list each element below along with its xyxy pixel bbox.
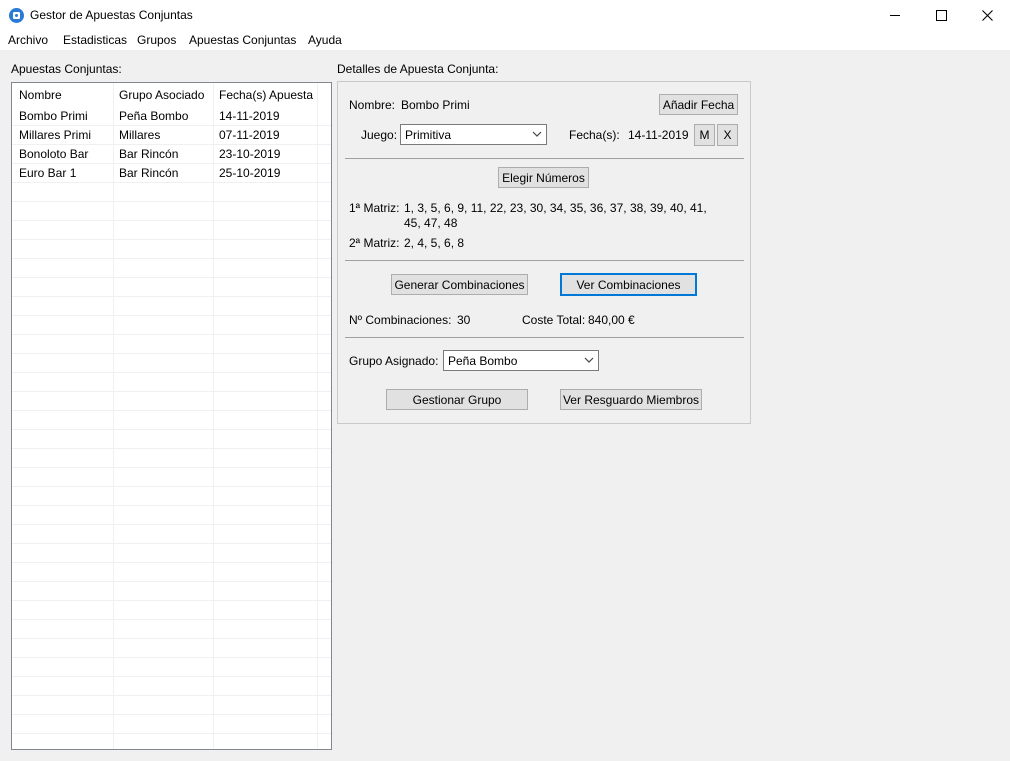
- row-grid-line: [12, 353, 331, 354]
- row-grupo: Bar Rincón: [119, 147, 179, 161]
- matriz2-label: 2ª Matriz:: [349, 236, 400, 250]
- dice-icon: [9, 8, 24, 23]
- menu-bar: Archivo Estadisticas Grupos Apuestas Con…: [0, 31, 1010, 50]
- row-grid-line: [12, 638, 331, 639]
- list-title: Apuestas Conjuntas:: [11, 62, 122, 76]
- separator: [345, 337, 744, 338]
- list-row[interactable]: Millares Primi Millares 07-11-2019: [12, 126, 331, 145]
- row-grid-line: [12, 201, 331, 202]
- row-nombre: Bombo Primi: [19, 109, 88, 123]
- grupo-label: Grupo Asignado:: [349, 354, 439, 368]
- chevron-down-icon: [532, 131, 542, 137]
- column-header-nombre[interactable]: Nombre: [19, 88, 62, 102]
- menu-apuestas-conjuntas[interactable]: Apuestas Conjuntas: [189, 33, 296, 47]
- minimize-button[interactable]: [872, 0, 918, 31]
- details-title: Detalles de Apuesta Conjunta:: [337, 62, 499, 76]
- members-receipt-button[interactable]: Ver Resguardo Miembros: [560, 389, 702, 410]
- separator: [345, 158, 744, 159]
- row-grid-line: [12, 524, 331, 525]
- row-grid-line: [12, 334, 331, 335]
- window-title: Gestor de Apuestas Conjuntas: [30, 8, 193, 22]
- matriz1-line1: 1, 3, 5, 6, 9, 11, 22, 23, 30, 34, 35, 3…: [404, 201, 707, 215]
- minimize-icon: [890, 15, 900, 16]
- coste-value: 840,00 €: [588, 313, 635, 327]
- m-button[interactable]: M: [694, 124, 715, 146]
- row-grid-line: [12, 619, 331, 620]
- row-grid-line: [12, 391, 331, 392]
- row-fecha: 07-11-2019: [219, 128, 280, 142]
- row-grid-line: [12, 258, 331, 259]
- list-row[interactable]: Bombo Primi Peña Bombo 14-11-2019: [12, 107, 331, 126]
- bets-list[interactable]: Nombre Grupo Asociado Fecha(s) Apuesta B…: [11, 82, 332, 750]
- list-header: Nombre Grupo Asociado Fecha(s) Apuesta: [12, 83, 331, 107]
- row-grid-line: [12, 467, 331, 468]
- row-fecha: 14-11-2019: [219, 109, 280, 123]
- row-grid-line: [12, 562, 331, 563]
- title-bar: Gestor de Apuestas Conjuntas: [0, 0, 1010, 31]
- juego-select[interactable]: Primitiva: [400, 124, 547, 145]
- row-grid-line: [12, 657, 331, 658]
- coste-label: Coste Total:: [522, 313, 586, 327]
- row-grupo: Millares: [119, 128, 161, 142]
- matriz2-value: 2, 4, 5, 6, 8: [404, 236, 465, 250]
- nombre-value: Bombo Primi: [401, 98, 470, 112]
- row-grupo: Peña Bombo: [119, 109, 189, 123]
- column-header-fecha[interactable]: Fecha(s) Apuesta: [219, 88, 313, 102]
- chevron-down-icon: [584, 357, 594, 363]
- row-nombre: Euro Bar 1: [19, 166, 77, 180]
- add-date-button[interactable]: Añadir Fecha: [659, 94, 738, 115]
- row-grid-line: [12, 239, 331, 240]
- row-grid-line: [12, 600, 331, 601]
- menu-estadisticas[interactable]: Estadisticas: [63, 33, 127, 47]
- row-grid-line: [12, 714, 331, 715]
- juego-select-value: Primitiva: [405, 128, 452, 142]
- nombre-label: Nombre:: [349, 98, 396, 112]
- generate-combinations-button[interactable]: Generar Combinaciones: [391, 274, 528, 295]
- grupo-select-value: Peña Bombo: [448, 354, 518, 368]
- row-grupo: Bar Rincón: [119, 166, 179, 180]
- list-row[interactable]: Euro Bar 1 Bar Rincón 25-10-2019: [12, 164, 331, 183]
- matriz1-label: 1ª Matriz:: [349, 201, 400, 215]
- close-icon: [981, 10, 993, 21]
- menu-ayuda[interactable]: Ayuda: [308, 33, 342, 47]
- row-grid-line: [12, 277, 331, 278]
- menu-grupos[interactable]: Grupos: [137, 33, 176, 47]
- x-button[interactable]: X: [717, 124, 738, 146]
- row-grid-line: [12, 220, 331, 221]
- row-grid-line: [12, 695, 331, 696]
- row-grid-line: [12, 581, 331, 582]
- row-grid-line: [12, 372, 331, 373]
- row-grid-line: [12, 486, 331, 487]
- separator: [345, 260, 744, 261]
- row-fecha: 23-10-2019: [219, 147, 281, 161]
- row-nombre: Bonoloto Bar: [19, 147, 89, 161]
- combinaciones-label: Nº Combinaciones:: [349, 313, 452, 327]
- row-nombre: Millares Primi: [19, 128, 91, 142]
- row-grid-line: [12, 543, 331, 544]
- column-header-grupo[interactable]: Grupo Asociado: [119, 88, 204, 102]
- row-fecha: 25-10-2019: [219, 166, 281, 180]
- grupo-select[interactable]: Peña Bombo: [443, 350, 599, 371]
- fechas-value: 14-11-2019: [628, 128, 689, 142]
- view-combinations-button[interactable]: Ver Combinaciones: [560, 273, 697, 296]
- row-grid-line: [12, 429, 331, 430]
- menu-archivo[interactable]: Archivo: [8, 33, 48, 47]
- maximize-icon: [935, 10, 947, 21]
- list-row[interactable]: Bonoloto Bar Bar Rincón 23-10-2019: [12, 145, 331, 164]
- row-grid-line: [12, 676, 331, 677]
- manage-group-button[interactable]: Gestionar Grupo: [386, 389, 528, 410]
- fechas-label: Fecha(s):: [569, 128, 620, 142]
- row-grid-line: [12, 315, 331, 316]
- maximize-button[interactable]: [918, 0, 964, 31]
- row-grid-line: [12, 733, 331, 734]
- row-grid-line: [12, 448, 331, 449]
- row-grid-line: [12, 296, 331, 297]
- choose-numbers-button[interactable]: Elegir Números: [498, 167, 589, 188]
- row-grid-line: [12, 505, 331, 506]
- matriz1-line2: 45, 47, 48: [404, 216, 458, 230]
- row-grid-line: [12, 410, 331, 411]
- juego-label: Juego:: [361, 128, 398, 142]
- close-button[interactable]: [964, 0, 1010, 31]
- combinaciones-value: 30: [457, 313, 471, 327]
